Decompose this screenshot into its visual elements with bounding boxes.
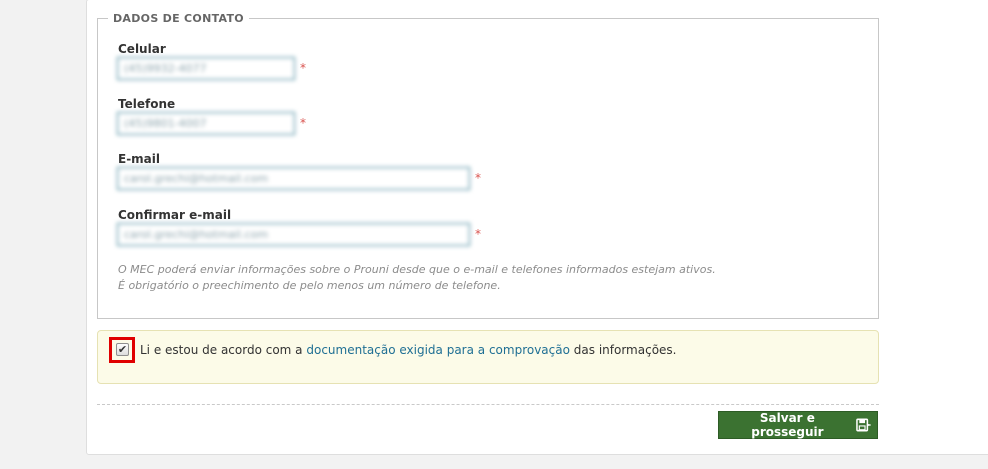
info-note: O MEC poderá enviar informações sobre o … xyxy=(118,263,716,276)
divider xyxy=(97,404,879,405)
telefone-required-marker: * xyxy=(300,116,306,130)
section-legend: DADOS DE CONTATO xyxy=(113,12,244,25)
phone-required-note: É obrigatório o preechimento de pelo men… xyxy=(118,279,501,292)
save-and-continue-button[interactable]: Salvar e prosseguir xyxy=(718,411,878,439)
agreement-text-after: das informações. xyxy=(569,343,677,357)
email-label: E-mail xyxy=(118,152,161,166)
floppy-disk-arrow-icon xyxy=(856,418,871,432)
check-icon: ✔ xyxy=(117,343,128,356)
agreement-checkbox[interactable]: ✔ xyxy=(116,343,129,356)
confirm-email-input[interactable] xyxy=(117,223,470,246)
celular-input[interactable] xyxy=(117,57,295,80)
celular-required-marker: * xyxy=(300,61,306,75)
email-input[interactable] xyxy=(117,167,470,190)
documentation-link[interactable]: documentação exigida para a comprovação xyxy=(306,343,570,357)
save-button-label: Salvar e prosseguir xyxy=(751,411,824,439)
confirm-email-required-marker: * xyxy=(475,227,481,241)
confirm-email-label: Confirmar e-mail xyxy=(118,208,232,222)
celular-label: Celular xyxy=(118,42,166,56)
agreement-text: Li e estou de acordo com a documentação … xyxy=(140,343,676,357)
agreement-box xyxy=(97,330,879,384)
email-required-marker: * xyxy=(475,171,481,185)
agreement-text-before: Li e estou de acordo com a xyxy=(140,343,307,357)
telefone-input[interactable] xyxy=(117,112,295,135)
telefone-label: Telefone xyxy=(118,97,176,111)
